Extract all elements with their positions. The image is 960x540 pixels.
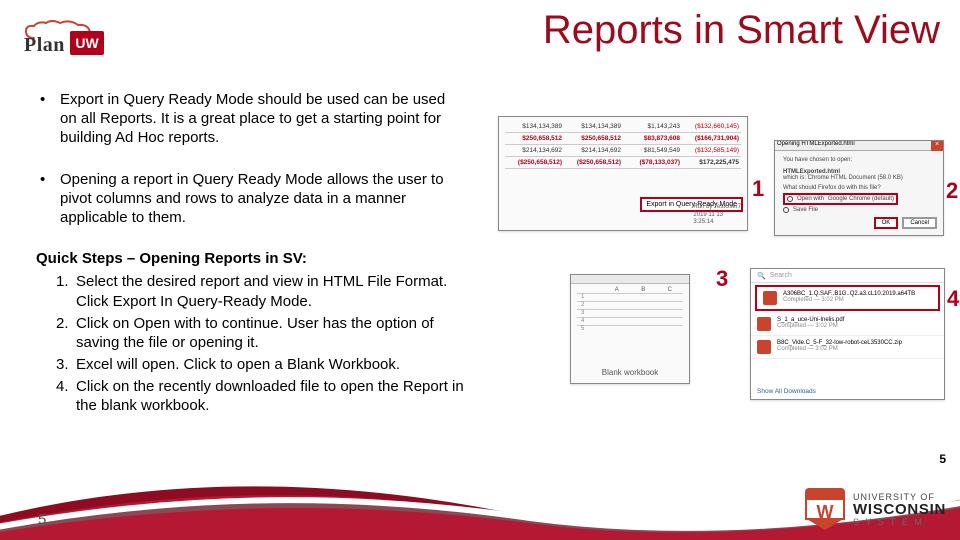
step-4-text: Click on the recently downloaded file to… (76, 378, 464, 414)
radio-icon (787, 196, 793, 202)
step-4: 4.Click on the recently downloaded file … (56, 377, 466, 415)
callout-2: 2 (946, 178, 958, 204)
close-icon[interactable]: × (931, 141, 943, 151)
quick-steps-title: Quick Steps – Opening Reports in SV: (36, 249, 466, 268)
file-icon (757, 317, 771, 331)
uw-shield-icon: W (805, 488, 845, 532)
step-3: 3.Excel will open. Click to open a Blank… (56, 355, 466, 374)
uw-shield-small: UW (70, 31, 104, 55)
graphics-area: $134,134,389$134,134,389$1,143,243($132,… (498, 116, 948, 446)
dialog-filetype: which is: Chrome HTML Document (58.0 KB) (783, 175, 935, 181)
runtime-text: 3:25:14 (693, 219, 741, 226)
download-item-1[interactable]: A306BC_1.Q.SAF..B1G..Q2.a3.cL10.2019.a64… (755, 285, 940, 311)
slide: Plan UW Reports in Smart View Export in … (0, 0, 960, 540)
open-with-option[interactable]: Open with Google Chrome (default) (783, 193, 898, 205)
dialog-titlebar: Opening HTMLExported.html × (775, 141, 943, 151)
body-text: Export in Query Ready Mode should be use… (36, 90, 466, 419)
step-2-text: Click on Open with to continue. User has… (76, 315, 434, 351)
planuw-logo: Plan UW (20, 18, 108, 58)
search-icon: 🔍 (757, 272, 766, 280)
slide-title: Reports in Smart View (543, 8, 940, 53)
download-item-2[interactable]: S_1_a_uce-Uni-Inelis.pdf Completed — 3:0… (751, 313, 944, 336)
page-number-bottom: 5 (38, 511, 46, 528)
callout-4: 4 (947, 286, 959, 312)
screenshot-open-dialog: Opening HTMLExported.html × You have cho… (774, 140, 944, 236)
plan-text: Plan (24, 34, 65, 57)
dialog-ask: What should Firefox do with this file? (783, 185, 935, 191)
step-1: 1.Select the desired report and view in … (56, 272, 466, 310)
callout-3: 3 (716, 266, 728, 292)
screenshot-report-table: $134,134,389$134,134,389$1,143,243($132,… (498, 116, 748, 231)
show-all-downloads-link[interactable]: Show All Downloads (757, 388, 816, 395)
ok-button[interactable]: OK (874, 217, 899, 229)
blank-workbook-label: Blank workbook (571, 368, 689, 377)
uw-line2: WISCONSIN (853, 502, 946, 518)
bullet-1: Export in Query Ready Mode should be use… (36, 90, 466, 148)
downloads-search[interactable]: 🔍 Search (751, 269, 944, 283)
dialog-prompt: You have chosen to open: (783, 157, 935, 163)
file-icon (763, 291, 777, 305)
radio-icon (783, 207, 789, 213)
step-3-text: Excel will open. Click to open a Blank W… (76, 356, 400, 373)
callout-1: 1 (752, 176, 764, 202)
download-item-3[interactable]: B8C_Vide.C_5-F_32-low-robot-ceL3530CC.zi… (751, 336, 944, 359)
bullet-2: Opening a report in Query Ready Mode all… (36, 170, 466, 228)
rundate-text: 2019 11 13 (693, 212, 741, 219)
save-file-option[interactable]: Save File (793, 207, 818, 213)
screenshot-blank-workbook[interactable]: ABC 12345 Blank workbook (570, 274, 690, 384)
step-2: 2.Click on Open with to continue. User h… (56, 314, 466, 352)
file-icon (757, 340, 771, 354)
uw-line3: S Y S T E M (853, 518, 946, 527)
screenshot-downloads: 🔍 Search A306BC_1.Q.SAF..B1G..Q2.a3.cL10… (750, 268, 945, 400)
cancel-button[interactable]: Cancel (902, 217, 937, 229)
runby-text: Run by TestUser7 (693, 204, 741, 211)
uw-system-logo: W UNIVERSITY OF WISCONSIN S Y S T E M (805, 488, 946, 532)
step-1-text: Select the desired report and view in HT… (76, 273, 447, 309)
